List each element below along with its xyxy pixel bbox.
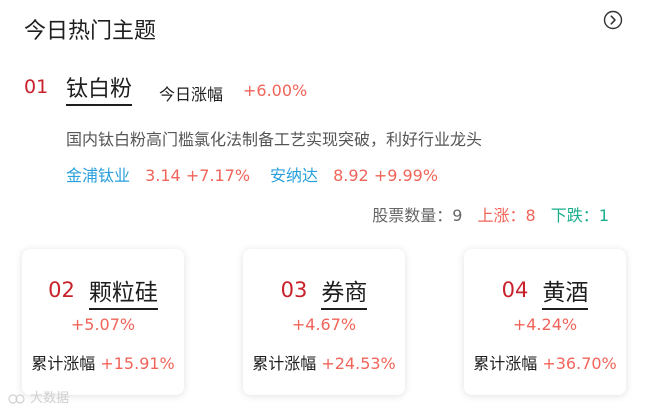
stock-name[interactable]: 安纳达 [270, 166, 318, 185]
down-count-value: 1 [598, 206, 609, 225]
total-count-label: 股票数量： [372, 206, 453, 225]
chevron-right-circle-icon [603, 10, 623, 30]
theme-card[interactable]: 02 颗粒硅 +5.07% 累计涨幅 +15.91% [22, 249, 184, 395]
page-title: 今日热门主题 [24, 19, 157, 44]
stock-name[interactable]: 金浦钛业 [66, 166, 130, 185]
stock-item[interactable]: 金浦钛业 3.14 +7.17% [66, 162, 250, 186]
theme-card[interactable]: 03 券商 +4.67% 累计涨幅 +24.53% [243, 249, 405, 395]
stock-price: 3.14 [145, 166, 181, 185]
card-change: +4.67% [291, 315, 357, 334]
card-cum-value: +15.91% [100, 354, 175, 373]
stock-counts: 股票数量：9 上涨：8 下跌：1 [372, 202, 609, 226]
card-change: +5.07% [70, 315, 136, 334]
total-count-value: 9 [452, 206, 463, 225]
card-cumulative: 累计涨幅 +36.70% [464, 350, 626, 374]
watermark: 大数据 [8, 387, 69, 406]
card-rank: 04 [501, 278, 529, 302]
down-count-label: 下跌： [550, 206, 599, 225]
theme-description: 国内钛白粉高门槛氯化法制备工艺实现突破，利好行业龙头 [66, 130, 483, 149]
card-header: 02 颗粒硅 [22, 273, 184, 310]
card-theme-name[interactable]: 黄酒 [542, 280, 589, 310]
stock-change: +7.17% [185, 166, 251, 185]
card-theme-name[interactable]: 券商 [321, 280, 368, 310]
theme-card[interactable]: 04 黄酒 +4.24% 累计涨幅 +36.70% [464, 249, 626, 395]
card-header: 03 券商 [243, 273, 405, 310]
today-change-label: 今日涨幅 [159, 85, 224, 104]
card-cum-value: +24.53% [321, 354, 396, 373]
card-cumulative: 累计涨幅 +15.91% [22, 350, 184, 374]
main-theme-rank: 01 [24, 76, 49, 98]
up-count-label: 上涨： [477, 206, 526, 225]
stock-price: 8.92 [333, 166, 369, 185]
card-cum-label: 累计涨幅 [252, 354, 317, 373]
card-cum-value: +36.70% [542, 354, 617, 373]
card-header: 04 黄酒 [464, 273, 626, 310]
card-change: +4.24% [512, 315, 578, 334]
card-cumulative: 累计涨幅 +24.53% [243, 350, 405, 374]
main-theme-name-link[interactable]: 钛白粉 [66, 78, 133, 106]
watermark-text: 大数据 [30, 391, 70, 406]
stock-item[interactable]: 安纳达 8.92 +9.99% [270, 162, 438, 186]
card-rank: 02 [48, 278, 75, 302]
stock-change: +9.99% [373, 166, 439, 185]
card-cum-label: 累计涨幅 [473, 354, 538, 373]
today-change-value: +6.00% [243, 81, 308, 100]
logo-icon [8, 393, 25, 404]
card-cum-label: 累计涨幅 [31, 354, 96, 373]
up-count-value: 8 [525, 206, 536, 225]
card-rank: 03 [280, 278, 308, 302]
more-button[interactable] [603, 10, 623, 30]
card-theme-name[interactable]: 颗粒硅 [88, 280, 158, 310]
